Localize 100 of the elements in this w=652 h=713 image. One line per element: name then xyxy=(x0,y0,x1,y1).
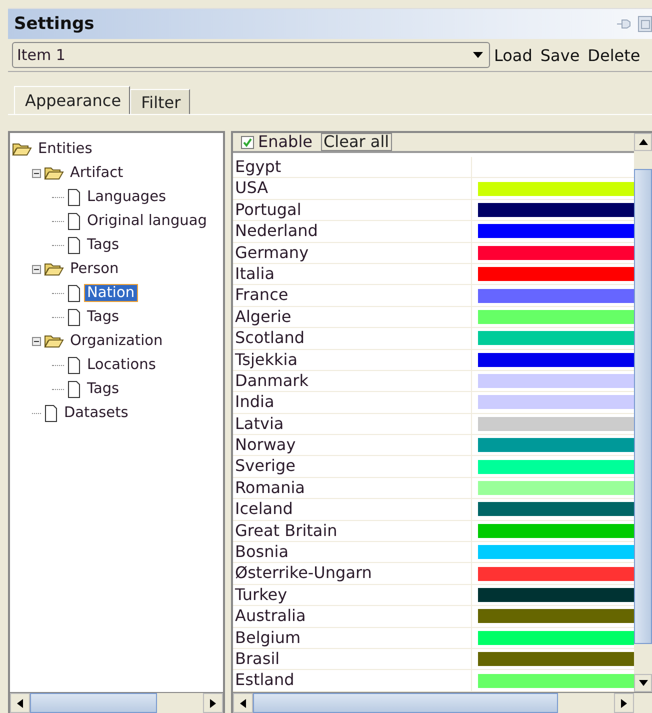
color-swatch[interactable] xyxy=(478,395,634,410)
toolbar-button[interactable]: Delete xyxy=(584,46,644,64)
color-swatch[interactable] xyxy=(478,502,634,516)
table-cell: Østerrike-Ungarn xyxy=(233,563,472,584)
toolbar-button[interactable]: Load xyxy=(490,46,536,64)
table-cell: France xyxy=(233,285,472,306)
tree-item[interactable]: Nation xyxy=(84,284,138,302)
table-cell: Nederland xyxy=(233,221,472,242)
color-swatch[interactable] xyxy=(478,352,634,367)
color-swatch[interactable] xyxy=(478,652,634,666)
color-swatch[interactable] xyxy=(478,267,634,282)
table-cell: Germany xyxy=(233,242,472,263)
open-folder-icon xyxy=(44,262,64,276)
scroll-right-button[interactable] xyxy=(203,693,223,713)
scroll-right-button[interactable] xyxy=(614,693,634,713)
document-icon xyxy=(44,404,58,422)
tree-item[interactable]: Person xyxy=(67,260,122,278)
tree-item[interactable]: Datasets xyxy=(61,404,132,422)
scroll-up-button[interactable] xyxy=(634,133,652,151)
color-swatch[interactable] xyxy=(478,416,634,431)
color-swatch[interactable] xyxy=(478,310,634,324)
right-arrow-icon xyxy=(210,698,216,708)
table-cell: Romania xyxy=(233,478,472,498)
scroll-left-button[interactable] xyxy=(233,693,253,713)
color-swatch[interactable] xyxy=(478,182,634,196)
right-arrow-icon xyxy=(621,698,627,708)
table-cell: Egypt xyxy=(233,157,472,178)
open-folder-icon xyxy=(44,166,64,180)
color-swatch[interactable] xyxy=(478,331,634,346)
table-cell: Estland xyxy=(233,670,472,691)
document-icon xyxy=(67,236,81,254)
up-arrow-icon xyxy=(638,139,648,145)
clear-all-button[interactable]: Clear all xyxy=(320,133,392,151)
table-cell: Iceland xyxy=(233,499,472,520)
table-cell: Danmark xyxy=(233,370,472,392)
checkbox-label: Enable xyxy=(258,133,312,151)
tree-item[interactable]: Locations xyxy=(84,356,159,374)
collapse-icon[interactable] xyxy=(32,168,41,178)
tree-item[interactable]: Tags xyxy=(84,236,122,254)
enable-checkbox[interactable] xyxy=(241,136,254,148)
color-swatch[interactable] xyxy=(478,630,634,645)
document-icon xyxy=(67,308,81,326)
document-icon xyxy=(67,212,81,230)
scroll-left-button[interactable] xyxy=(10,693,30,713)
color-swatch[interactable] xyxy=(478,609,634,624)
table-cell: Scotland xyxy=(233,328,472,349)
color-swatch[interactable] xyxy=(478,674,634,688)
table-cell: Norway xyxy=(233,435,472,456)
tree-item[interactable]: Tags xyxy=(84,380,122,398)
color-swatch[interactable] xyxy=(478,566,634,581)
scroll-thumb[interactable] xyxy=(634,169,652,644)
tab[interactable]: Filter xyxy=(130,89,190,114)
left-arrow-icon xyxy=(17,698,23,708)
collapse-icon[interactable] xyxy=(32,264,41,274)
color-swatch[interactable] xyxy=(478,224,634,238)
table-cell: Bosnia xyxy=(233,542,472,562)
collapse-icon[interactable] xyxy=(32,336,41,346)
scroll-thumb[interactable] xyxy=(253,693,558,713)
table-cell: Tsjekkia xyxy=(233,350,472,370)
window-title: Settings xyxy=(14,14,96,34)
table-cell: Portugal xyxy=(233,200,472,220)
document-icon xyxy=(67,284,81,302)
color-swatch[interactable] xyxy=(478,374,634,388)
tab[interactable]: Appearance xyxy=(14,86,130,114)
table-cell: Algerie xyxy=(233,306,472,328)
tree-item[interactable]: Languages xyxy=(84,188,170,206)
color-swatch[interactable] xyxy=(478,460,634,474)
toolbar-button[interactable]: Save xyxy=(536,46,584,64)
table-cell: Turkey xyxy=(233,584,472,606)
table-cell: Latvia xyxy=(233,414,472,434)
tree-item[interactable]: Original languag xyxy=(84,212,210,230)
preset-dropdown[interactable]: Item 1 xyxy=(12,42,490,68)
table-cell: Sverige xyxy=(233,456,472,477)
table-cell: Italia xyxy=(233,264,472,284)
tree-item[interactable]: Tags xyxy=(84,308,122,326)
caret-icon xyxy=(473,52,483,58)
color-swatch[interactable] xyxy=(478,524,634,538)
color-swatch[interactable] xyxy=(478,202,634,217)
color-swatch[interactable] xyxy=(478,481,634,496)
table-cell: Australia xyxy=(233,606,472,627)
table-cell: India xyxy=(233,392,472,413)
document-icon xyxy=(67,380,81,398)
color-swatch[interactable] xyxy=(478,545,634,560)
color-swatch[interactable] xyxy=(478,588,634,602)
pin-icon[interactable] xyxy=(616,18,632,30)
down-arrow-icon xyxy=(638,680,648,686)
table-cell: Belgium xyxy=(233,628,472,648)
left-arrow-icon xyxy=(240,698,246,708)
scroll-thumb[interactable] xyxy=(30,693,157,713)
tree-item[interactable]: Entities xyxy=(35,140,96,158)
tree-item[interactable]: Organization xyxy=(67,332,166,350)
tree-item[interactable]: Artifact xyxy=(67,164,126,182)
table-cell: Brasil xyxy=(233,648,472,670)
color-swatch[interactable] xyxy=(478,246,634,260)
color-swatch[interactable] xyxy=(478,438,634,452)
document-icon xyxy=(67,188,81,206)
maximize-icon[interactable] xyxy=(638,16,652,32)
document-icon xyxy=(67,356,81,374)
scroll-down-button[interactable] xyxy=(634,674,652,692)
color-swatch[interactable] xyxy=(478,288,634,303)
